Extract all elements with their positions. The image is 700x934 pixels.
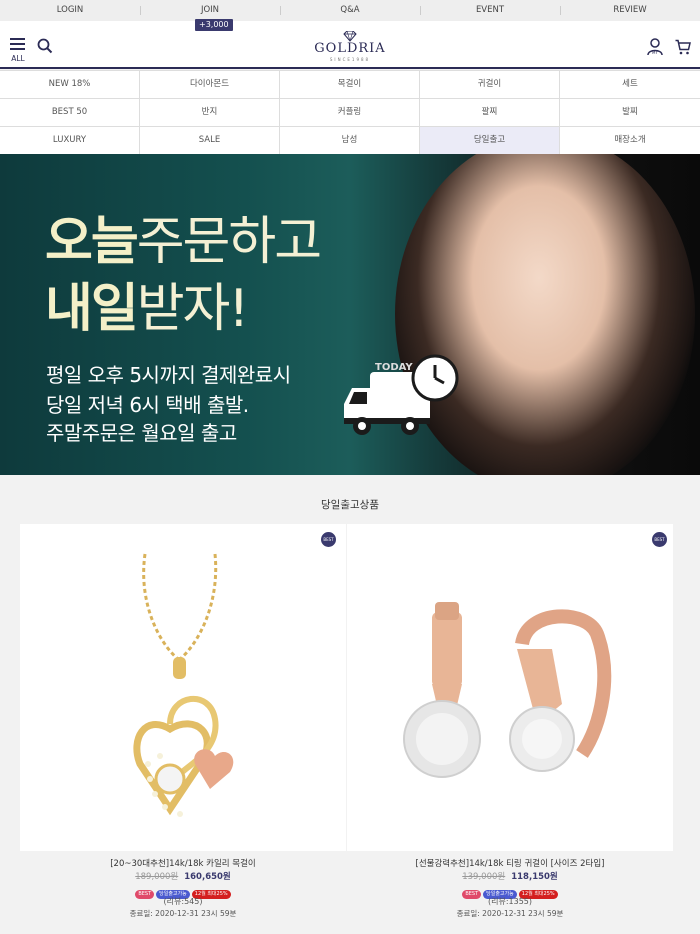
banner-headline-2-bold: 내일 — [45, 279, 139, 339]
banner-subtext-2: 당일 저녁 6시 택배 출발. — [46, 393, 249, 417]
product-price: 139,000원 118,150원 — [347, 871, 673, 883]
top-links-bar: LOGIN JOIN Q&A EVENT REVIEW — [0, 0, 700, 21]
search-icon — [37, 38, 53, 54]
category-item[interactable]: BEST 50 — [0, 99, 140, 127]
category-item[interactable]: 남성 — [280, 127, 420, 155]
necklace-image — [133, 553, 234, 817]
site-header: ALL GOLDRIA SINCE1988 MY — [0, 21, 700, 69]
product-name[interactable]: [20~30대추천]14k/18k 카일리 목걸이 — [20, 858, 346, 871]
review-count: (리뷰:545) — [163, 897, 203, 906]
event-link[interactable]: EVENT — [420, 0, 560, 21]
join-link[interactable]: JOIN — [140, 0, 280, 21]
qna-link[interactable]: Q&A — [280, 0, 420, 21]
category-item[interactable]: 매장소개 — [560, 127, 700, 155]
cart-button[interactable] — [675, 39, 691, 55]
end-date: 종료일: 2020-12-31 23시 59분 — [456, 909, 564, 918]
product-info: [20~30대추천]14k/18k 카일리 목걸이 189,000원 160,65… — [20, 858, 346, 920]
svg-text:MY: MY — [652, 50, 658, 55]
earring-image — [403, 602, 612, 778]
category-grid: NEW 18% 다이아몬드 목걸이 귀걸이 세트 BEST 50 반지 커플링 … — [0, 70, 700, 155]
sale-price: 118,150원 — [511, 872, 558, 882]
category-item[interactable]: 커플링 — [280, 99, 420, 127]
truck-today-label: TODAY — [375, 362, 413, 373]
banner-headline-1-thin: 주문하고 — [136, 212, 322, 272]
category-item[interactable]: 발찌 — [560, 99, 700, 127]
all-menu-label: ALL — [11, 54, 25, 63]
menu-icon-bar — [10, 48, 25, 50]
category-item[interactable]: 귀걸이 — [420, 71, 560, 99]
product-image[interactable]: BEST — [347, 524, 673, 851]
end-date: 종료일: 2020-12-31 23시 59분 — [129, 909, 237, 918]
original-price: 189,000원 — [135, 872, 179, 882]
sale-price: 160,650원 — [184, 872, 231, 882]
category-item[interactable]: LUXURY — [0, 127, 140, 155]
menu-icon — [10, 38, 25, 40]
logo-subtext: SINCE1988 — [329, 57, 371, 62]
tag-best: BEST — [135, 890, 155, 899]
diamond-logo-icon — [343, 31, 357, 42]
product-tags: BEST 당일출고가능 12월 최대25% — [20, 884, 346, 899]
product-tags: BEST 당일출고가능 12월 최대25% — [347, 884, 673, 899]
my-account-button[interactable]: MY — [647, 38, 663, 56]
site-logo[interactable]: GOLDRIA SINCE1988 — [300, 29, 400, 63]
category-item[interactable]: 다이아몬드 — [140, 71, 280, 99]
section-title: 당일출고상품 — [321, 499, 379, 511]
my-account-icon: MY — [647, 38, 663, 56]
product-name[interactable]: [선물강력추천]14k/18k 티링 귀걸이 [사이즈 2타입] — [347, 858, 673, 871]
review-count: (리뷰:1355) — [487, 897, 533, 906]
category-item[interactable]: SALE — [140, 127, 280, 155]
product-price: 189,000원 160,650원 — [20, 871, 346, 883]
product-info: [선물강력추천]14k/18k 티링 귀걸이 [사이즈 2타입] 139,000… — [347, 858, 673, 920]
review-link[interactable]: REVIEW — [560, 0, 700, 21]
promo-banner[interactable]: 오늘주문하고 내일받자! 평일 오후 5시까지 결제완료시 당일 저녁 6시 택… — [0, 154, 700, 475]
category-item[interactable]: 팔찌 — [420, 99, 560, 127]
original-price: 139,000원 — [462, 872, 506, 882]
logo-text: GOLDRIA — [314, 41, 386, 56]
product-card[interactable]: BEST [선물강력추천]14k/18k 티링 귀걸이 [사이즈 2타입] 13… — [347, 524, 673, 924]
category-item-active[interactable]: 당일출고 — [420, 127, 560, 155]
banner-headline-2-thin: 받자! — [136, 279, 250, 339]
delivery-truck-icon: TODAY — [344, 354, 459, 435]
search-button[interactable] — [37, 38, 53, 54]
product-card[interactable]: BEST [20~30대추천]14k/18k 카일리 목걸이 189,000원 1… — [20, 524, 346, 924]
banner-headline-2: 내일받자! — [45, 266, 250, 341]
category-item[interactable]: 반지 — [140, 99, 280, 127]
menu-icon-bar — [10, 43, 25, 45]
login-link[interactable]: LOGIN — [0, 0, 140, 21]
banner-subtext-3: 주말주문은 월요일 출고 — [46, 421, 237, 445]
banner-headline-1-bold: 오늘 — [45, 212, 139, 272]
tag-best: BEST — [462, 890, 482, 899]
cart-icon — [675, 39, 691, 55]
category-item[interactable]: NEW 18% — [0, 71, 140, 99]
product-image[interactable]: BEST — [20, 524, 346, 851]
banner-subtext-1: 평일 오후 5시까지 결제완료시 — [46, 363, 291, 387]
join-points-badge: +3,000 — [195, 19, 233, 31]
category-item[interactable]: 목걸이 — [280, 71, 420, 99]
banner-headline-1: 오늘주문하고 — [45, 199, 322, 274]
all-menu-button[interactable]: ALL — [9, 38, 27, 64]
category-item[interactable]: 세트 — [560, 71, 700, 99]
